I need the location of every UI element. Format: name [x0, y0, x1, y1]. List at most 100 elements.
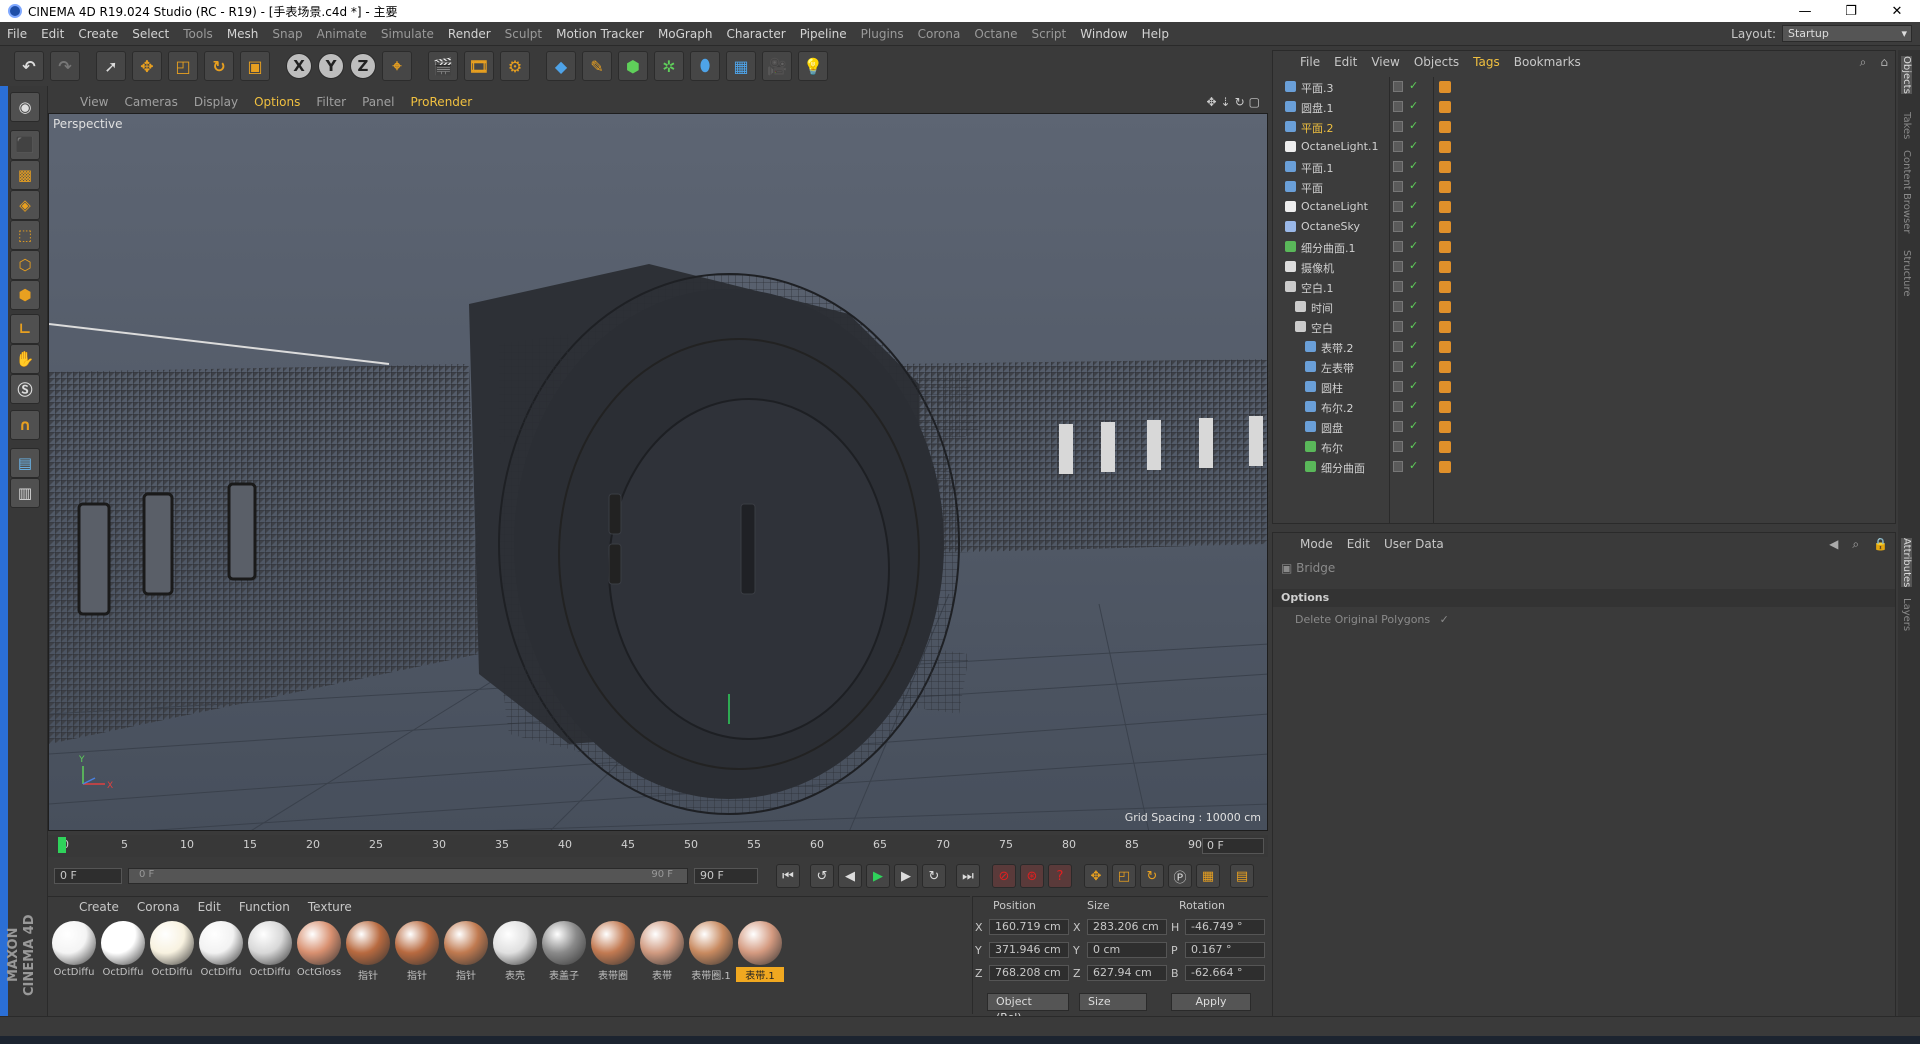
material-tile[interactable]: OctDiffu	[197, 921, 245, 983]
mat-menu-edit[interactable]: Edit	[189, 900, 230, 914]
key-rotation-icon[interactable]: ↻	[1140, 864, 1164, 888]
visibility-toggle-icon[interactable]	[1393, 281, 1403, 292]
visibility-toggle-icon[interactable]	[1393, 301, 1403, 312]
magnet-icon[interactable]: ∩	[10, 410, 40, 440]
current-frame-field[interactable]: 0 F	[1202, 838, 1264, 854]
viewport-menu-view[interactable]: View	[72, 95, 116, 109]
visibility-toggle-icon[interactable]	[1393, 161, 1403, 172]
object-row[interactable]: 表带.2 ✓	[1273, 337, 1897, 357]
tab-attributes[interactable]: Attributes	[1901, 538, 1912, 588]
tag-icon[interactable]	[1439, 261, 1451, 273]
rotation-p-field[interactable]: 0.167 °	[1185, 942, 1265, 958]
viewport-menu-panel[interactable]: Panel	[354, 95, 402, 109]
tag-icon[interactable]	[1439, 121, 1451, 133]
attr-lock-icon[interactable]: 🔒	[1866, 537, 1895, 551]
tab-objects[interactable]: Objects	[1901, 56, 1912, 94]
enable-check-icon[interactable]: ✓	[1409, 359, 1418, 372]
viewport-menu-cameras[interactable]: Cameras	[116, 95, 185, 109]
tag-icon[interactable]	[1439, 81, 1451, 93]
enable-check-icon[interactable]: ✓	[1409, 159, 1418, 172]
position-x-field[interactable]: 160.719 cm	[989, 919, 1069, 935]
workplane-lock-icon[interactable]: ▤	[10, 448, 40, 478]
tab-structure[interactable]: Structure	[1901, 250, 1912, 297]
menu-plugins[interactable]: Plugins	[854, 27, 911, 41]
cube-primitive-icon[interactable]: ◆	[546, 51, 576, 81]
x-axis-lock-button[interactable]: X	[286, 53, 312, 79]
mat-menu-function[interactable]: Function	[230, 900, 299, 914]
enable-check-icon[interactable]: ✓	[1409, 139, 1418, 152]
tab-layers[interactable]: Layers	[1901, 598, 1912, 631]
render-view-icon[interactable]: 🎬	[428, 51, 458, 81]
menu-render[interactable]: Render	[441, 27, 498, 41]
attr-search-icon[interactable]: ⌕	[1845, 537, 1866, 552]
position-z-field[interactable]: 768.208 cm	[989, 965, 1069, 981]
camera-icon[interactable]: 🎥	[762, 51, 792, 81]
prev-frame-icon[interactable]: ◀	[838, 864, 862, 888]
enable-check-icon[interactable]: ✓	[1409, 179, 1418, 192]
tag-icon[interactable]	[1439, 381, 1451, 393]
menu-window[interactable]: Window	[1073, 27, 1134, 41]
key-scale-icon[interactable]: ◰	[1112, 864, 1136, 888]
viewport-menu-options[interactable]: Options	[246, 95, 308, 109]
enable-check-icon[interactable]: ✓	[1409, 459, 1418, 472]
visibility-toggle-icon[interactable]	[1393, 381, 1403, 392]
material-tile[interactable]: 表带.1	[736, 921, 784, 983]
tab-content-browser[interactable]: Content Browser	[1901, 150, 1912, 233]
tag-icon[interactable]	[1439, 301, 1451, 313]
make-editable-icon[interactable]: ◉	[10, 92, 40, 122]
menu-pipeline[interactable]: Pipeline	[793, 27, 854, 41]
visibility-toggle-icon[interactable]	[1393, 361, 1403, 372]
obj-search-icon[interactable]: ⌕	[1853, 55, 1874, 70]
enable-check-icon[interactable]: ✓	[1409, 419, 1418, 432]
tab-takes[interactable]: Takes	[1901, 112, 1912, 139]
tag-icon[interactable]	[1439, 461, 1451, 473]
visibility-toggle-icon[interactable]	[1393, 141, 1403, 152]
enable-check-icon[interactable]: ✓	[1409, 239, 1418, 252]
coord-size-mode-select[interactable]: Size	[1079, 993, 1147, 1011]
obj-menu-objects[interactable]: Objects	[1407, 55, 1466, 69]
enable-check-icon[interactable]: ✓	[1409, 299, 1418, 312]
object-row[interactable]: 布尔.2 ✓	[1273, 397, 1897, 417]
deformer-icon[interactable]: ⬮	[690, 51, 720, 81]
menu-sculpt[interactable]: Sculpt	[498, 27, 549, 41]
material-tile[interactable]: OctDiffu	[99, 921, 147, 983]
tag-icon[interactable]	[1439, 181, 1451, 193]
visibility-toggle-icon[interactable]	[1393, 421, 1403, 432]
model-mode-icon[interactable]: ⬛	[10, 130, 40, 160]
menu-corona[interactable]: Corona	[911, 27, 968, 41]
key-pla-icon[interactable]: ▦	[1196, 864, 1220, 888]
end-frame-field[interactable]: 90 F	[694, 868, 758, 884]
keyframe-selection-icon[interactable]: ?	[1048, 864, 1072, 888]
object-row[interactable]: 圆盘 ✓	[1273, 417, 1897, 437]
next-frame-icon[interactable]: ▶	[894, 864, 918, 888]
material-tile[interactable]: OctDiffu	[50, 921, 98, 983]
position-y-field[interactable]: 371.946 cm	[989, 942, 1069, 958]
material-tile[interactable]: 表带	[638, 921, 686, 983]
size-z-field[interactable]: 627.94 cm	[1087, 965, 1167, 981]
enable-check-icon[interactable]: ✓	[1409, 319, 1418, 332]
workplane-mode-icon[interactable]: ◈	[10, 190, 40, 220]
recent-tool-icon[interactable]: ▣	[240, 51, 270, 81]
delete-original-polygons-checkbox[interactable]: ✓	[1440, 613, 1449, 626]
enable-check-icon[interactable]: ✓	[1409, 99, 1418, 112]
menu-snap[interactable]: Snap	[265, 27, 309, 41]
tag-icon[interactable]	[1439, 161, 1451, 173]
mat-menu-corona[interactable]: Corona	[128, 900, 189, 914]
object-row[interactable]: OctaneSky ✓	[1273, 217, 1897, 237]
tag-icon[interactable]	[1439, 401, 1451, 413]
goto-start-icon[interactable]: ⏮	[776, 864, 800, 888]
z-axis-lock-button[interactable]: Z	[350, 53, 376, 79]
polygons-mode-icon[interactable]: ⬢	[10, 280, 40, 310]
object-row[interactable]: 时间 ✓	[1273, 297, 1897, 317]
visibility-toggle-icon[interactable]	[1393, 181, 1403, 192]
apply-button[interactable]: Apply	[1171, 993, 1251, 1011]
solo-icon[interactable]: ▥	[10, 478, 40, 508]
visibility-toggle-icon[interactable]	[1393, 441, 1403, 452]
move-tool-icon[interactable]: ✥	[132, 51, 162, 81]
obj-menu-file[interactable]: File	[1293, 55, 1327, 69]
material-tile[interactable]: 指针	[344, 921, 392, 983]
object-row[interactable]: OctaneLight.1 ✓	[1273, 137, 1897, 157]
record-keys-icon[interactable]: ⊘	[992, 864, 1016, 888]
viewport-menu-filter[interactable]: Filter	[308, 95, 354, 109]
enable-check-icon[interactable]: ✓	[1409, 439, 1418, 452]
